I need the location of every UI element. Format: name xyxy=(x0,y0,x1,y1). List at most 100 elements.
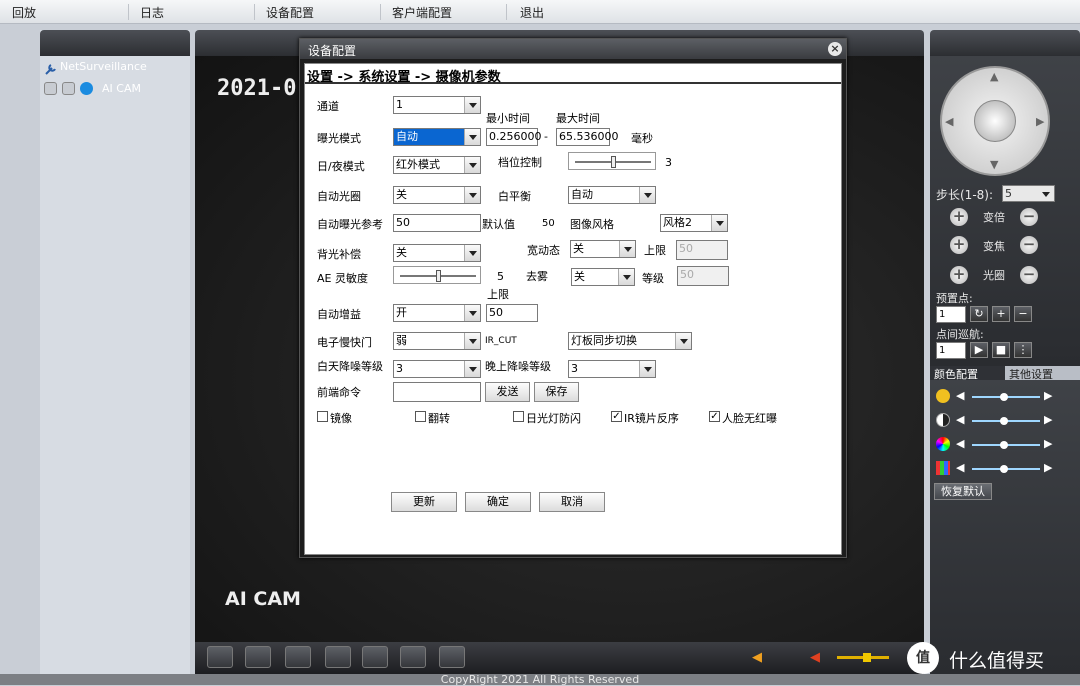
tour-grid-icon[interactable]: ⋮ xyxy=(1014,342,1032,358)
contrast-thumb[interactable] xyxy=(1000,417,1008,425)
preset-input[interactable]: 1 xyxy=(936,306,966,323)
blc-select[interactable]: 关 xyxy=(393,244,481,262)
ptz-center[interactable] xyxy=(974,100,1016,142)
saturation-thumb[interactable] xyxy=(1000,441,1008,449)
snapshot-icon[interactable] xyxy=(362,646,388,668)
play-icon[interactable] xyxy=(62,82,75,95)
ptz-up-icon[interactable]: ▲ xyxy=(990,70,998,83)
ok-button[interactable]: 确定 xyxy=(465,492,531,512)
hue-right-icon[interactable]: ▶ xyxy=(1044,461,1052,474)
gear-slider-box[interactable] xyxy=(568,152,656,170)
refresh-button[interactable]: 更新 xyxy=(391,492,457,512)
nav-device-config[interactable]: 设备配置 xyxy=(266,4,314,21)
saturation-slider[interactable] xyxy=(972,441,1040,449)
iris-open-icon[interactable]: + xyxy=(950,266,968,284)
nav-log[interactable]: 日志 xyxy=(140,4,164,21)
daynight-select[interactable]: 红外模式 xyxy=(393,156,481,174)
contrast-slider[interactable] xyxy=(972,417,1040,425)
volume-icon[interactable]: ◀ xyxy=(810,650,820,665)
flip-box[interactable] xyxy=(415,411,426,422)
style-select[interactable]: 风格2 xyxy=(660,214,728,232)
shutter-select[interactable]: 弱 xyxy=(393,332,481,350)
gear-slider[interactable] xyxy=(575,156,651,168)
max-time-input[interactable]: 65.536000 xyxy=(556,128,619,146)
tab-other-settings[interactable]: 其他设置 xyxy=(1005,366,1080,381)
channel-node[interactable]: AI CAM xyxy=(44,81,188,97)
ptz-right-icon[interactable]: ▶ xyxy=(1036,115,1044,128)
delete-preset-icon[interactable]: − xyxy=(1014,306,1032,322)
agc-limit-input[interactable]: 50 xyxy=(486,304,538,322)
antiflicker-box[interactable] xyxy=(513,411,524,422)
goto-preset-icon[interactable]: ↻ xyxy=(970,306,988,322)
tab-color-config[interactable]: 颜色配置 xyxy=(930,366,1005,381)
stop-record-icon[interactable] xyxy=(439,646,465,668)
brightness-slider[interactable] xyxy=(972,393,1040,401)
talk-mute-icon[interactable]: ◀ xyxy=(752,650,762,665)
add-preset-icon[interactable]: + xyxy=(992,306,1010,322)
stop-icon[interactable] xyxy=(44,82,57,95)
contrast-right-icon[interactable]: ▶ xyxy=(1044,413,1052,426)
ae-slider-box[interactable] xyxy=(393,266,481,284)
nav-exit[interactable]: 退出 xyxy=(520,4,544,21)
front-cmd-input[interactable] xyxy=(393,382,481,402)
ae-thumb[interactable] xyxy=(436,270,441,282)
gear-thumb[interactable] xyxy=(611,156,616,168)
record-icon[interactable] xyxy=(80,82,93,95)
single-view-icon[interactable] xyxy=(245,646,271,668)
step-select[interactable]: 5 xyxy=(1002,185,1055,202)
volume-thumb[interactable] xyxy=(863,653,871,662)
send-button[interactable]: 发送 xyxy=(485,382,530,402)
ptz-down-icon[interactable]: ▼ xyxy=(990,158,998,171)
zoom-out-icon[interactable]: − xyxy=(1020,208,1038,226)
defog-select[interactable]: 关 xyxy=(571,268,635,286)
nav-client-config[interactable]: 客户端配置 xyxy=(392,4,452,21)
wdr-select[interactable]: 关 xyxy=(570,240,636,258)
ircut-select[interactable]: 灯板同步切换 xyxy=(568,332,692,350)
brightness-thumb[interactable] xyxy=(1000,393,1008,401)
contrast-left-icon[interactable]: ◀ xyxy=(956,413,964,426)
ptz-dpad[interactable]: ▲ ▼ ◀ ▶ xyxy=(940,66,1050,176)
exposure-select[interactable]: 自动 xyxy=(393,128,481,146)
fullscreen-icon[interactable] xyxy=(207,646,233,668)
open-all-icon[interactable] xyxy=(285,646,311,668)
device-node[interactable]: NetSurveillance xyxy=(42,60,188,78)
mirror-checkbox[interactable]: 镜像 xyxy=(317,410,377,425)
min-time-input[interactable]: 0.256000 xyxy=(486,128,542,146)
record-all-icon[interactable] xyxy=(400,646,426,668)
agc-select[interactable]: 开 xyxy=(393,304,481,322)
nav-playback[interactable]: 回放 xyxy=(12,4,36,21)
cancel-button[interactable]: 取消 xyxy=(539,492,605,512)
zoom-in-icon[interactable]: + xyxy=(950,208,968,226)
hue-thumb[interactable] xyxy=(1000,465,1008,473)
iris-close-icon[interactable]: − xyxy=(1020,266,1038,284)
dnr-day-select[interactable]: 3 xyxy=(393,360,481,378)
antiflicker-checkbox[interactable]: 日光灯防闪 xyxy=(513,410,593,425)
ir-reverse-box[interactable]: ✓ xyxy=(611,411,622,422)
hue-left-icon[interactable]: ◀ xyxy=(956,461,964,474)
brightness-left-icon[interactable]: ◀ xyxy=(956,389,964,402)
focus-in-icon[interactable]: + xyxy=(950,236,968,254)
saturation-left-icon[interactable]: ◀ xyxy=(956,437,964,450)
reset-default-button[interactable]: 恢复默认 xyxy=(934,483,992,500)
wb-select[interactable]: 自动 xyxy=(568,186,656,204)
hue-slider[interactable] xyxy=(972,465,1040,473)
tour-start-icon[interactable]: ▶ xyxy=(970,342,988,358)
dnr-night-select[interactable]: 3 xyxy=(568,360,656,378)
wdr-limit-input[interactable]: 50 xyxy=(676,240,728,260)
close-all-icon[interactable] xyxy=(325,646,351,668)
tour-stop-icon[interactable]: ■ xyxy=(992,342,1010,358)
focus-out-icon[interactable]: − xyxy=(1020,236,1038,254)
tour-input[interactable]: 1 xyxy=(936,342,966,359)
flip-checkbox[interactable]: 翻转 xyxy=(415,410,475,425)
ae-slider[interactable] xyxy=(400,270,476,282)
aeref-input[interactable]: 50 xyxy=(393,214,481,232)
face-exposure-box[interactable]: ✓ xyxy=(709,411,720,422)
mirror-box[interactable] xyxy=(317,411,328,422)
volume-slider[interactable] xyxy=(837,653,889,662)
iris-select[interactable]: 关 xyxy=(393,186,481,204)
close-icon[interactable]: × xyxy=(828,42,842,56)
ptz-left-icon[interactable]: ◀ xyxy=(945,115,953,128)
ir-reverse-checkbox[interactable]: ✓ IR镜片反序 xyxy=(611,410,691,425)
face-exposure-checkbox[interactable]: ✓ 人脸无红曝 xyxy=(709,410,789,425)
save-button[interactable]: 保存 xyxy=(534,382,579,402)
